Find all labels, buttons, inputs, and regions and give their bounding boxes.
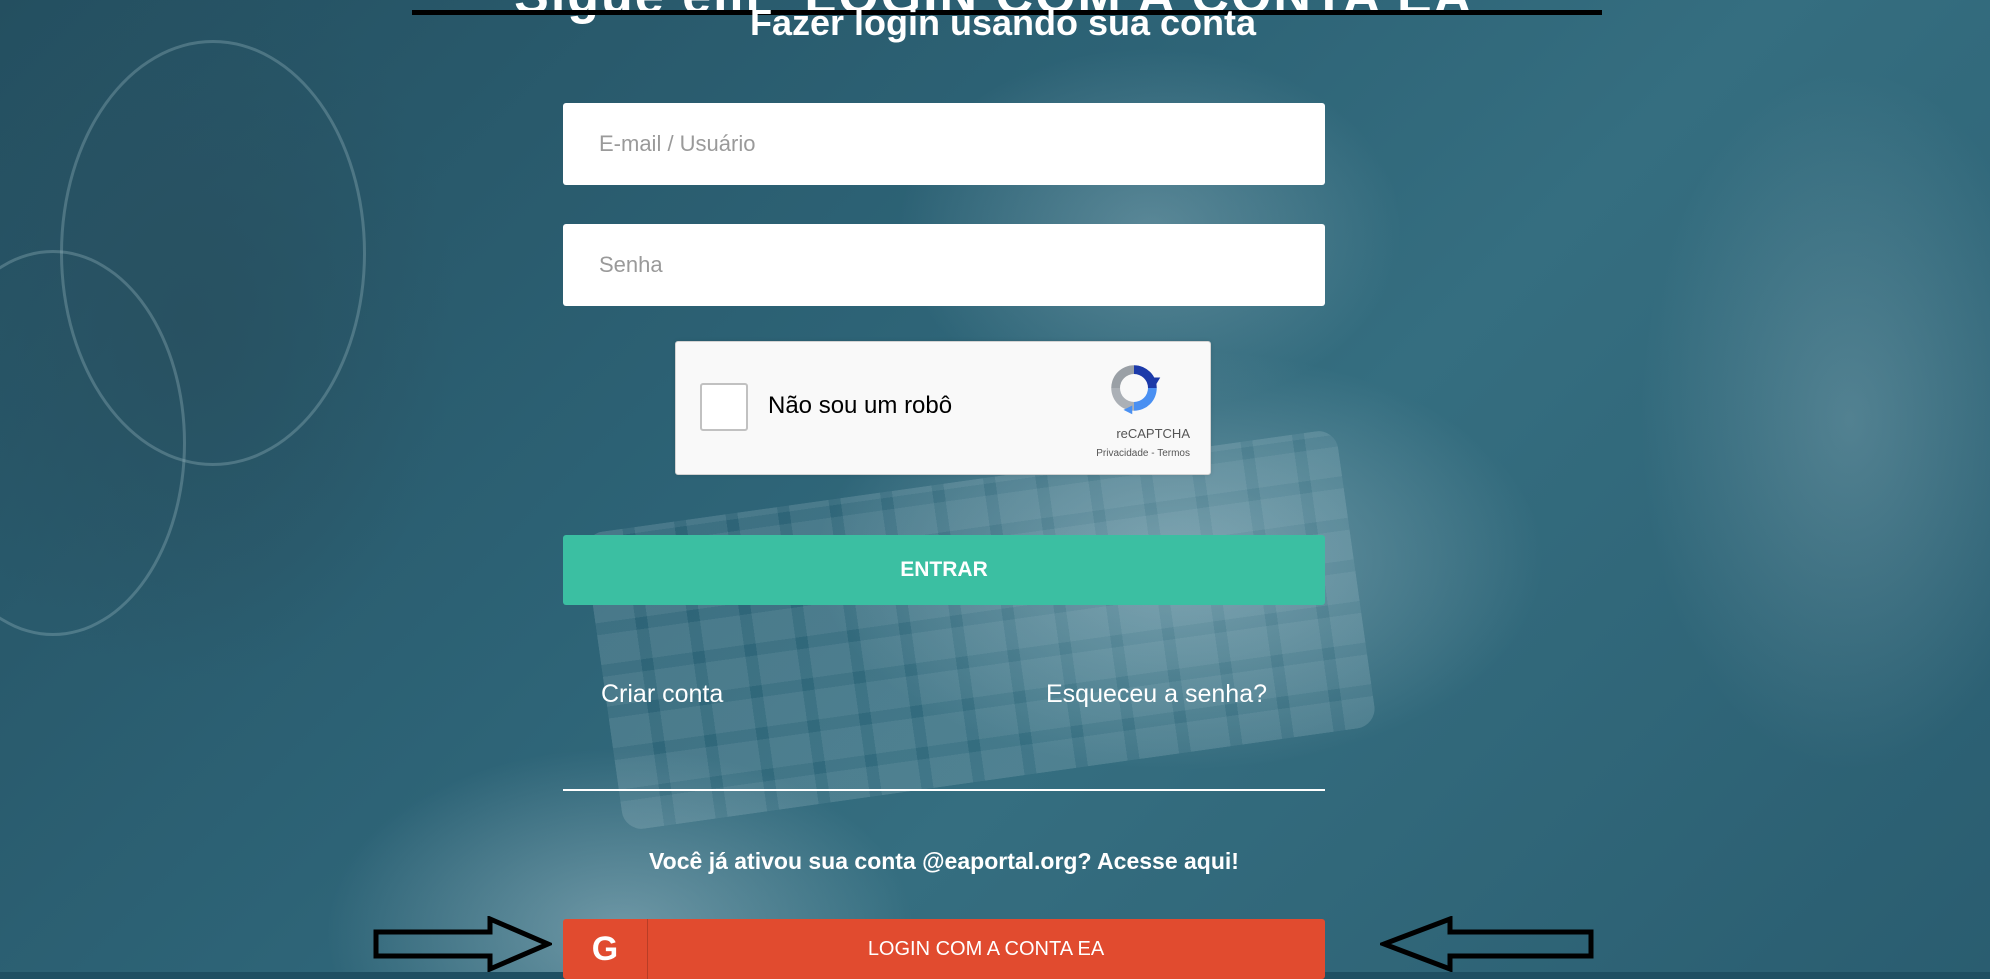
recaptcha-privacy-link[interactable]: Privacidade bbox=[1096, 448, 1148, 459]
google-g-icon: G bbox=[563, 919, 648, 979]
recaptcha-links: Privacidade - Termos bbox=[1096, 448, 1190, 459]
left-arrow-icon bbox=[1380, 916, 1594, 972]
forgot-password-link[interactable]: Esqueceu a senha? bbox=[1046, 680, 1267, 709]
recaptcha-icon bbox=[1111, 365, 1161, 415]
login-ea-account-label: LOGIN COM A CONTA EA bbox=[867, 937, 1105, 960]
recaptcha-brand: reCAPTCHA bbox=[1116, 426, 1190, 441]
login-title: Fazer login usando sua conta bbox=[749, 2, 1257, 43]
right-arrow-icon bbox=[373, 916, 552, 972]
eaportal-activation-link[interactable]: Você já ativou sua conta @eaportal.org? … bbox=[563, 848, 1325, 875]
email-username-input[interactable] bbox=[563, 103, 1325, 185]
create-account-link[interactable]: Criar conta bbox=[601, 680, 723, 709]
enter-button[interactable]: ENTRAR bbox=[563, 535, 1325, 605]
password-input[interactable] bbox=[563, 224, 1325, 306]
divider bbox=[563, 789, 1325, 791]
recaptcha-link-separator: - bbox=[1148, 448, 1158, 459]
recaptcha-terms-link[interactable]: Termos bbox=[1157, 448, 1190, 459]
recaptcha-label: Não sou um robô bbox=[768, 392, 953, 419]
login-ea-account-button[interactable]: G LOGIN COM A CONTA EA bbox=[563, 919, 1325, 979]
recaptcha-checkbox[interactable] bbox=[700, 383, 748, 431]
recaptcha-widget: Não sou um robô reCAPTCHA Privacidade - … bbox=[675, 341, 1211, 475]
